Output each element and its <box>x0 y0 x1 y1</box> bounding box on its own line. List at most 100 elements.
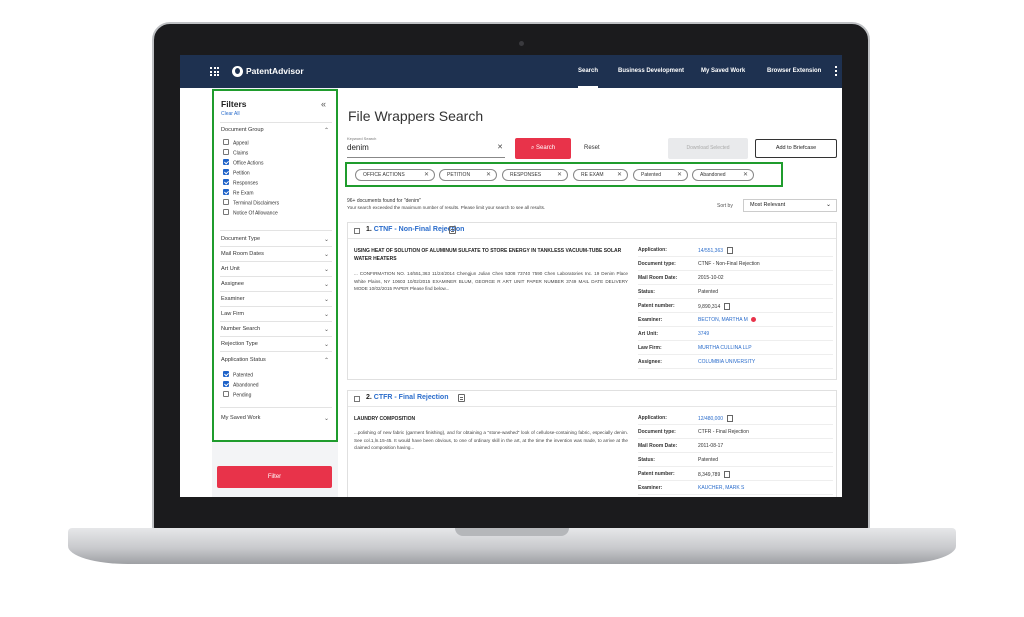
section-rejection-type[interactable]: Rejection Type ⌄ <box>221 341 331 348</box>
checkbox-terminal-disclaimers[interactable]: Terminal Disclaimers <box>223 199 280 207</box>
checkbox-checked-icon <box>223 179 229 185</box>
keyword-search-input[interactable]: denim ✕ <box>347 143 505 158</box>
search-icon: ⌕ <box>530 145 535 151</box>
section-label: Art Unit <box>221 266 240 272</box>
chevron-down-icon: ⌄ <box>323 237 329 243</box>
remove-chip-icon[interactable]: ✕ <box>424 170 429 180</box>
sort-select[interactable]: Most Relevant ⌄ <box>743 199 837 212</box>
nav-browser-extension[interactable]: Browser Extension <box>767 55 821 88</box>
checkbox-pending[interactable]: Pending <box>223 391 251 398</box>
pdf-icon[interactable] <box>449 226 456 234</box>
meta-value-link[interactable]: 14/551,363 <box>698 247 734 254</box>
brand-name[interactable]: PatentAdvisor <box>246 66 304 76</box>
result-title: CTFR - Final Rejection <box>373 394 449 401</box>
meta-examiner: Examiner: KAUCHER, MARK S <box>638 481 833 495</box>
chip-abandoned[interactable]: Abandoned ✕ <box>692 169 754 181</box>
section-document-group[interactable]: Document Group ⌃ <box>221 127 331 134</box>
checkbox-petition[interactable]: Petition <box>223 169 250 177</box>
meta-value[interactable]: MURTHA CULLINA LLP <box>698 345 752 351</box>
checkbox-icon <box>223 139 229 145</box>
result-checkbox[interactable] <box>354 228 360 234</box>
remove-chip-icon[interactable]: ✕ <box>617 170 622 180</box>
reset-button[interactable]: Reset <box>584 145 600 151</box>
meta-value-link[interactable]: 12/480,000 <box>698 415 734 422</box>
keyword-label: Keyword Search <box>347 136 377 141</box>
chip-responses[interactable]: RESPONSES ✕ <box>502 169 568 181</box>
search-button-label: Search <box>536 145 556 151</box>
meta-mail-room-date: Mail Room Date: 2011-08-17 <box>638 439 833 453</box>
checkbox-abandoned[interactable]: Abandoned <box>223 381 259 389</box>
chevron-up-icon: ⌃ <box>323 128 329 134</box>
remove-chip-icon[interactable]: ✕ <box>677 170 682 180</box>
section-examiner[interactable]: Examiner ⌄ <box>221 296 331 303</box>
checkbox-notice-of-allowance[interactable]: Notice Of Allowance <box>223 209 278 216</box>
checkbox-label: Petition <box>233 170 250 177</box>
nav-my-saved-work[interactable]: My Saved Work <box>701 55 745 88</box>
pdf-icon[interactable] <box>727 247 734 254</box>
download-selected-button[interactable]: Download Selected <box>668 138 748 159</box>
checkbox-re-exam[interactable]: Re Exam <box>223 189 254 196</box>
result-header: 2. CTFR - Final Rejection <box>348 391 836 407</box>
collapse-sidebar-icon[interactable]: « <box>321 99 326 109</box>
clear-all-link[interactable]: Clear All <box>221 111 240 117</box>
chip-petition[interactable]: PETITION ✕ <box>439 169 497 181</box>
keyword-value: denim <box>347 143 369 152</box>
pdf-icon[interactable] <box>724 471 731 478</box>
chip-patented[interactable]: Patented ✕ <box>633 169 688 181</box>
meta-status: Status: Patented <box>638 285 833 299</box>
pdf-icon[interactable] <box>458 394 465 402</box>
chip-re-exam[interactable]: RE EXAM ✕ <box>573 169 628 181</box>
more-menu-icon[interactable] <box>835 66 837 76</box>
meta-value[interactable]: 3749 <box>698 331 709 337</box>
nav-business-development[interactable]: Business Development <box>618 55 684 88</box>
brand-logo-icon <box>232 66 243 77</box>
section-my-saved-work[interactable]: My Saved Work ⌄ <box>221 415 331 422</box>
clear-input-icon[interactable]: ✕ <box>497 143 503 151</box>
meta-law-firm: Law Firm: MURTHA CULLINA LLP <box>638 341 833 355</box>
abstract-text: ...polishing of new fabric (garment fini… <box>354 430 628 451</box>
meta-key: Document type: <box>638 261 676 267</box>
divider <box>220 122 332 123</box>
section-mail-room-dates[interactable]: Mail Room Dates ⌄ <box>221 251 331 258</box>
remove-chip-icon[interactable]: ✕ <box>486 170 491 180</box>
section-number-search[interactable]: Number Search ⌄ <box>221 326 331 333</box>
meta-application: Application: 14/551,363 <box>638 243 833 257</box>
app-screen: PatentAdvisor Search Business Developmen… <box>180 55 842 497</box>
pdf-icon[interactable] <box>724 303 731 310</box>
section-application-status[interactable]: Application Status ⌃ <box>221 357 331 364</box>
remove-chip-icon[interactable]: ✕ <box>743 170 748 180</box>
result-title-link[interactable]: 2. CTFR - Final Rejection <box>366 394 448 401</box>
checkbox-label: Terminal Disclaimers <box>233 200 280 207</box>
meta-art-unit: Art Unit: 3749 <box>638 327 833 341</box>
chip-office-actions[interactable]: OFFICE ACTIONS ✕ <box>355 169 435 181</box>
add-to-briefcase-button[interactable]: Add to Briefcase <box>755 139 837 158</box>
nav-search[interactable]: Search <box>578 55 599 88</box>
section-assignee[interactable]: Assignee ⌄ <box>221 281 331 288</box>
checkbox-claims[interactable]: Claims <box>223 149 248 156</box>
section-law-firm[interactable]: Law Firm ⌄ <box>221 311 331 318</box>
checkbox-label: Abandoned <box>233 382 259 389</box>
remove-chip-icon[interactable]: ✕ <box>557 170 562 180</box>
chevron-down-icon: ⌄ <box>323 416 329 422</box>
checkbox-label: Appeal <box>233 140 249 147</box>
checkbox-appeal[interactable]: Appeal <box>223 139 249 147</box>
alert-dot-icon <box>750 317 756 323</box>
section-art-unit[interactable]: Art Unit ⌄ <box>221 266 331 273</box>
checkbox-patented[interactable]: Patented <box>223 371 253 378</box>
meta-value[interactable]: COLUMBIA UNIVERSITY <box>698 359 755 365</box>
chip-label: RESPONSES <box>510 172 542 178</box>
pdf-icon[interactable] <box>727 415 734 422</box>
search-button[interactable]: ⌕ Search <box>515 138 571 159</box>
meta-value-link[interactable]: BECTON, MARTHA M <box>698 317 756 323</box>
filter-button[interactable]: Filter <box>217 466 332 488</box>
section-document-type[interactable]: Document Type ⌄ <box>221 236 331 243</box>
checkbox-icon <box>223 209 229 215</box>
result-checkbox[interactable] <box>354 396 360 402</box>
app-grid-icon[interactable] <box>210 67 219 76</box>
checkbox-office-actions[interactable]: Office Actions <box>223 159 263 166</box>
checkbox-checked-icon <box>223 189 229 195</box>
checkbox-icon <box>223 199 229 205</box>
meta-value[interactable]: KAUCHER, MARK S <box>698 485 744 491</box>
meta-value: CTFR - Final Rejection <box>698 429 749 435</box>
checkbox-responses[interactable]: Responses <box>223 179 258 186</box>
